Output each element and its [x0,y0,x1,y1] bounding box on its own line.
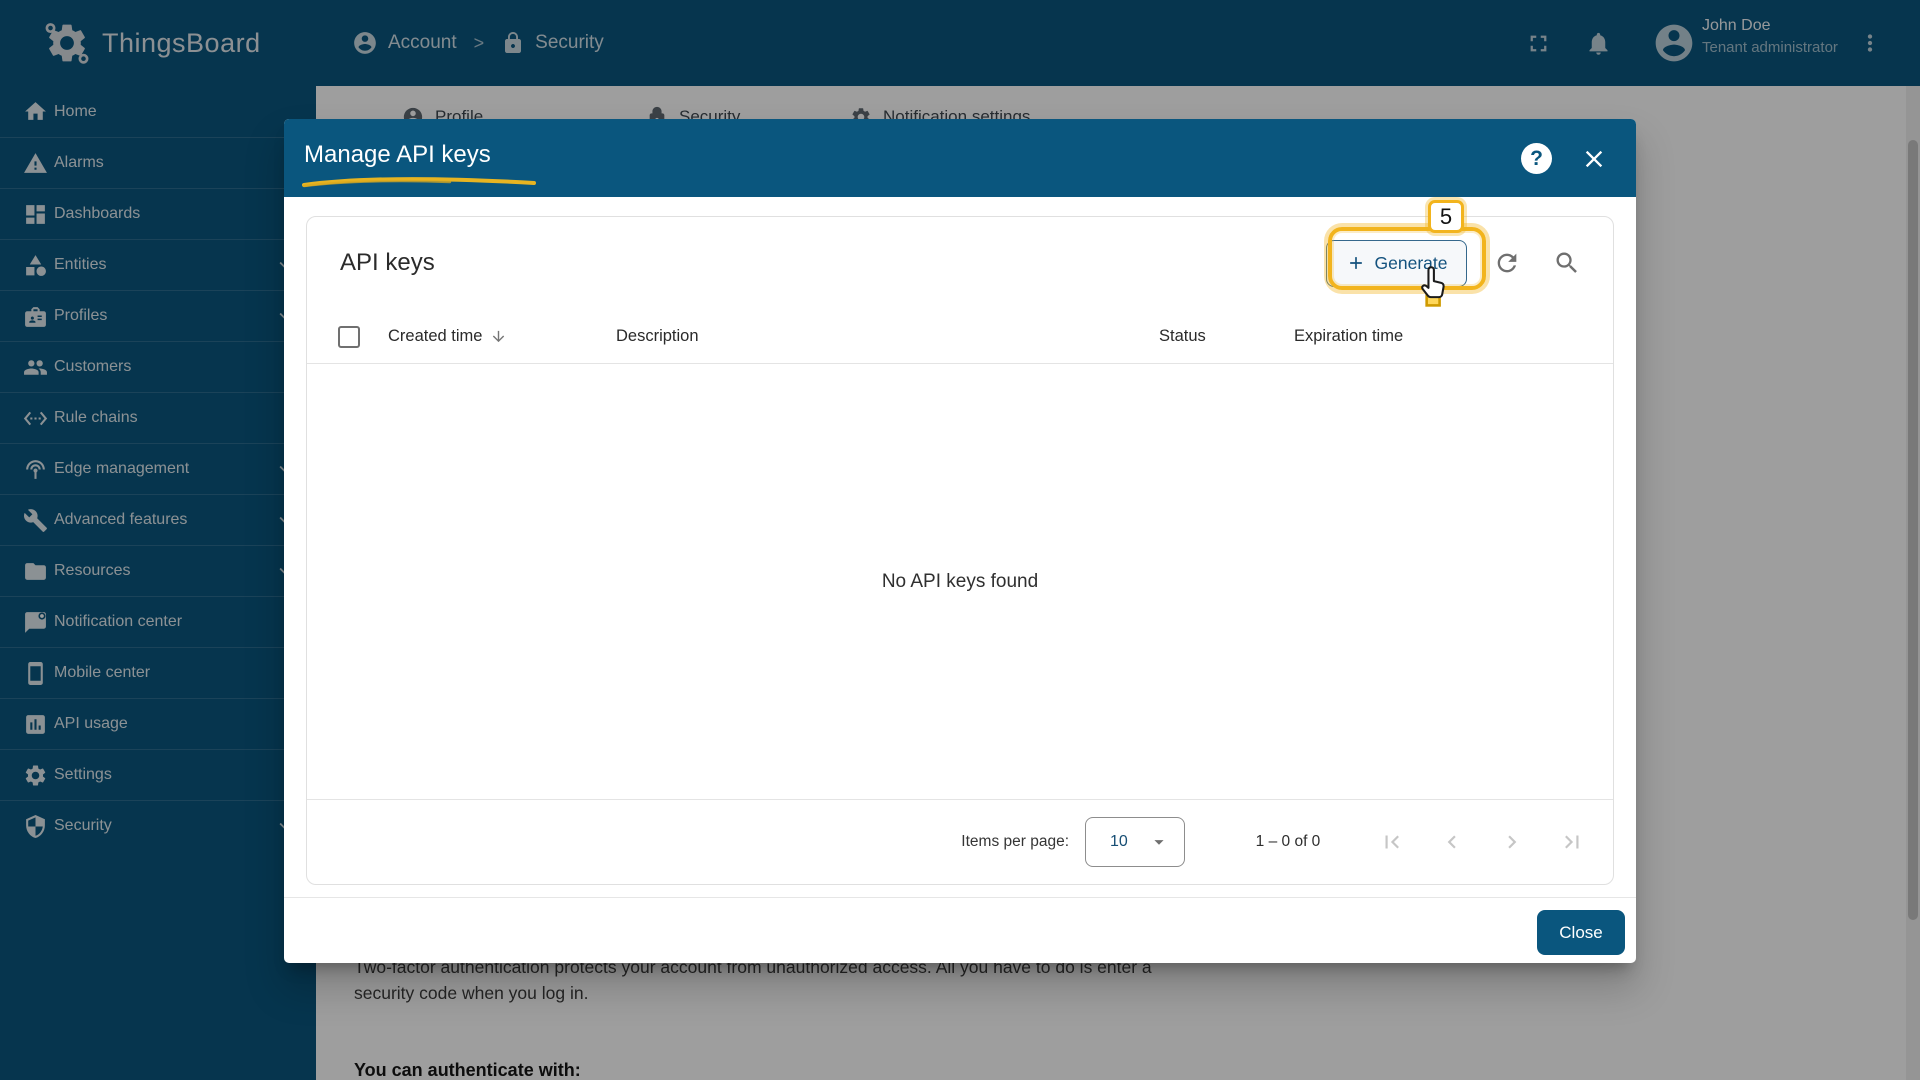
next-page-button[interactable] [1499,829,1525,855]
sort-desc-arrow-icon [490,328,507,345]
close-icon [1580,145,1608,173]
chevron-left-icon [1439,829,1465,855]
first-page-button[interactable] [1379,829,1405,855]
column-label: Expiration time [1294,327,1403,346]
search-button[interactable] [1547,243,1587,283]
first-page-icon [1379,829,1405,855]
search-icon [1553,249,1581,277]
dialog-title: Manage API keys [304,141,491,169]
pointer-cursor-annotation [1416,264,1458,308]
column-label: Status [1159,327,1206,346]
paginator: Items per page: 10 1 – 0 of 0 [307,799,1613,884]
paginator-nav [1379,829,1585,855]
column-description[interactable]: Description [616,309,699,364]
step-highlight-ring [1328,227,1486,290]
page-size-value: 10 [1110,833,1128,851]
step-number-badge: 5 [1428,200,1464,233]
select-all-checkbox[interactable] [338,326,360,348]
dialog-footer: Close [284,897,1636,963]
column-created-time[interactable]: Created time [388,309,507,364]
items-per-page-label: Items per page: [961,833,1069,851]
column-expiration-time[interactable]: Expiration time [1294,309,1403,364]
refresh-button[interactable] [1487,243,1527,283]
column-label: Description [616,327,699,346]
refresh-icon [1493,249,1521,277]
help-button[interactable]: ? [1521,143,1552,174]
api-keys-card: API keys Generate Created time [306,216,1614,885]
chevron-right-icon [1499,829,1525,855]
dialog-close-button[interactable] [1580,145,1608,173]
app-root: ThingsBoard Account > Security John Doe … [0,0,1920,1080]
close-button[interactable]: Close [1537,910,1625,955]
page-range-label: 1 – 0 of 0 [1233,833,1343,851]
help-icon: ? [1530,147,1543,171]
last-page-icon [1559,829,1585,855]
last-page-button[interactable] [1559,829,1585,855]
column-label: Created time [388,327,482,346]
empty-state-text: No API keys found [307,364,1613,799]
page-size-select[interactable]: 10 [1085,817,1185,867]
previous-page-button[interactable] [1439,829,1465,855]
column-status[interactable]: Status [1159,309,1206,364]
select-caret-icon [1148,831,1170,853]
card-title: API keys [340,249,1326,277]
title-underline-annotation [300,175,538,189]
table-header-row: Created time Description Status Expirati… [307,309,1613,364]
dialog-header: Manage API keys ? [284,119,1636,197]
